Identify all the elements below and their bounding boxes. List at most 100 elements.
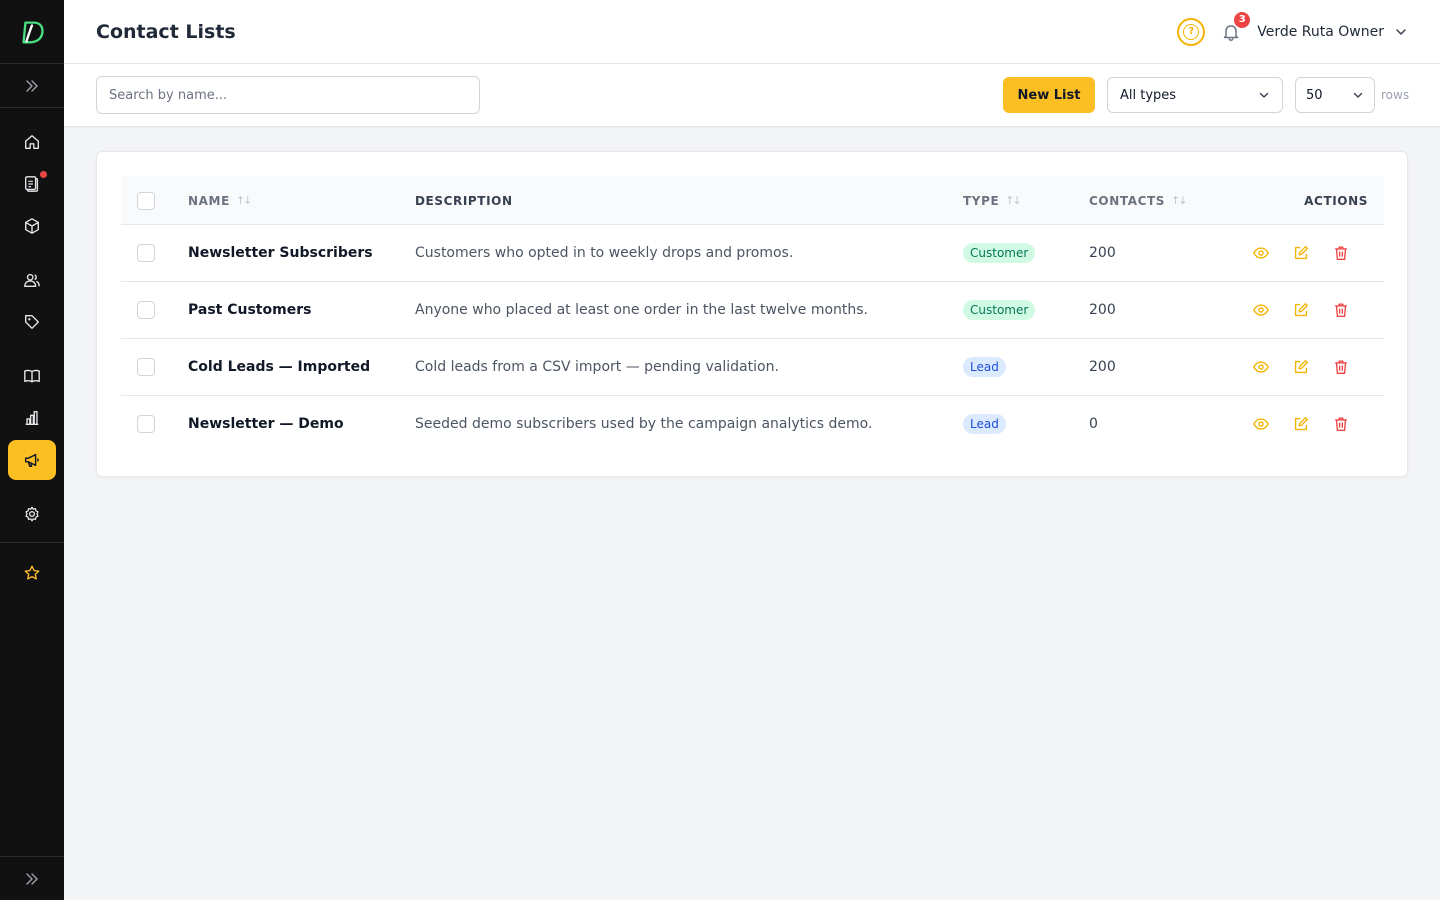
type-filter-value: All types (1120, 87, 1177, 103)
page-title: Contact Lists (96, 20, 236, 43)
sidebar-divider (0, 542, 64, 543)
row-select-cell (137, 396, 155, 452)
list-toolbar: New List All types 50 rows (64, 64, 1440, 127)
edit-icon[interactable] (1292, 301, 1310, 319)
eye-icon[interactable] (1252, 358, 1270, 376)
type-badge: Lead (963, 357, 1006, 377)
gear-icon (25, 506, 39, 522)
select-all-checkbox[interactable] (137, 191, 155, 210)
nav-orders[interactable] (8, 164, 56, 204)
type-cell: Customer (963, 282, 1036, 338)
sort-icon: ↑↓ (1171, 194, 1188, 207)
row-select-cell (137, 339, 155, 395)
row-actions (1252, 225, 1350, 281)
star-icon (24, 565, 40, 580)
sort-icon: ↑↓ (235, 194, 253, 207)
tag-icon (25, 315, 39, 329)
table-header: NAME ↑↓ DESCRIPTION TYPE ↑↓ CONTACTS ↑↓ … (121, 176, 1384, 225)
type-badge: Lead (963, 414, 1006, 434)
eye-icon[interactable] (1252, 244, 1270, 262)
row-select-cell (137, 225, 155, 281)
trash-icon[interactable] (1332, 358, 1350, 376)
row-select-cell (137, 282, 155, 338)
column-label-contacts: CONTACTS (1089, 193, 1166, 208)
row-checkbox[interactable] (137, 358, 155, 376)
new-list-button[interactable]: New List (1003, 77, 1095, 113)
list-name[interactable]: Past Customers (188, 282, 311, 338)
list-name[interactable]: Newsletter Subscribers (188, 225, 373, 281)
nav-settings[interactable] (8, 494, 56, 534)
table-row[interactable]: Newsletter — Demo Seeded demo subscriber… (121, 396, 1384, 453)
row-actions (1252, 282, 1350, 338)
edit-icon[interactable] (1292, 244, 1310, 262)
edit-icon[interactable] (1292, 358, 1310, 376)
help-icon: ? (1183, 23, 1200, 40)
trash-icon[interactable] (1332, 244, 1350, 262)
type-badge: Customer (963, 243, 1036, 263)
type-badge: Customer (963, 300, 1036, 320)
search-input[interactable] (96, 76, 480, 114)
nav-marketing[interactable] (8, 440, 56, 480)
row-checkbox[interactable] (137, 415, 155, 433)
column-header-description: DESCRIPTION (415, 176, 513, 225)
nav-reports-group (0, 354, 64, 480)
chevrons-right-icon (26, 79, 38, 92)
sidebar (0, 0, 64, 900)
nav-home[interactable] (8, 122, 56, 162)
contact-lists-table-card: NAME ↑↓ DESCRIPTION TYPE ↑↓ CONTACTS ↑↓ … (96, 151, 1408, 477)
nav-customers[interactable] (8, 260, 56, 300)
notifications-button[interactable]: 3 (1219, 11, 1251, 44)
type-filter-select[interactable]: All types (1107, 77, 1283, 113)
list-name[interactable]: Newsletter — Demo (188, 396, 344, 452)
sort-icon: ↑↓ (1005, 194, 1022, 207)
list-description: Cold leads from a CSV import — pending v… (415, 359, 779, 375)
contacts-count: 0 (1089, 416, 1098, 432)
collapse-sidebar-button[interactable] (0, 856, 64, 900)
expand-sidebar-button[interactable] (0, 64, 64, 108)
row-checkbox[interactable] (137, 244, 155, 262)
table-row[interactable]: Newsletter Subscribers Customers who opt… (121, 225, 1384, 282)
nav-favorites-group (0, 551, 64, 593)
user-menu[interactable]: Verde Ruta Owner (1257, 24, 1408, 40)
users-icon (24, 273, 40, 287)
nav-catalog[interactable] (8, 356, 56, 396)
column-header-type[interactable]: TYPE ↑↓ (963, 176, 1022, 225)
table-row[interactable]: Cold Leads — Imported Cold leads from a … (121, 339, 1384, 396)
rows-per-page-select[interactable]: 50 (1295, 77, 1375, 113)
help-button[interactable]: ? (1177, 17, 1206, 46)
column-header-name[interactable]: NAME ↑↓ (188, 176, 253, 225)
list-description: Seeded demo subscribers used by the camp… (415, 416, 873, 432)
app-logo[interactable] (0, 0, 64, 64)
edit-icon[interactable] (1292, 415, 1310, 433)
chevrons-right-icon (26, 872, 38, 885)
nav-customers-group (0, 258, 64, 342)
contacts-count: 200 (1089, 245, 1116, 261)
column-header-contacts[interactable]: CONTACTS ↑↓ (1089, 176, 1188, 225)
column-label-name: NAME (188, 193, 230, 208)
nav-tags[interactable] (8, 302, 56, 342)
row-actions (1252, 339, 1350, 395)
type-cell: Lead (963, 396, 1006, 452)
rows-label: rows (1381, 88, 1410, 102)
list-description: Customers who opted in to weekly drops a… (415, 245, 794, 261)
trash-icon[interactable] (1332, 415, 1350, 433)
eye-icon[interactable] (1252, 415, 1270, 433)
home-icon (25, 135, 39, 149)
nav-products[interactable] (8, 206, 56, 246)
list-name[interactable]: Cold Leads — Imported (188, 339, 370, 395)
nav-settings-group (0, 492, 64, 534)
row-checkbox[interactable] (137, 301, 155, 319)
nav-favorites[interactable] (8, 553, 56, 593)
notification-count-badge: 3 (1234, 11, 1251, 28)
table-row[interactable]: Past Customers Anyone who placed at leas… (121, 282, 1384, 339)
select-all-cell (137, 176, 155, 225)
eye-icon[interactable] (1252, 301, 1270, 319)
user-name: Verde Ruta Owner (1257, 23, 1384, 40)
megaphone-icon (24, 453, 39, 468)
nav-main (0, 120, 64, 246)
type-cell: Customer (963, 225, 1036, 281)
trash-icon[interactable] (1332, 301, 1350, 319)
list-description: Anyone who placed at least one order in … (415, 302, 869, 318)
logo-icon (22, 20, 44, 43)
nav-analytics[interactable] (8, 398, 56, 438)
